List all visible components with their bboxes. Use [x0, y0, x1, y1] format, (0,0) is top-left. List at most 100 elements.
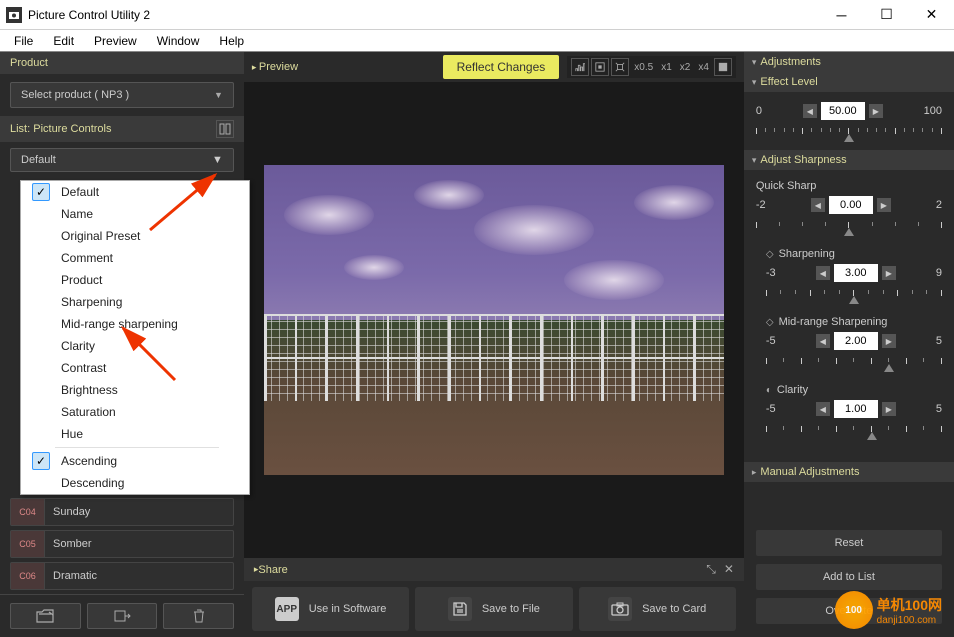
actual-icon[interactable]	[611, 58, 629, 76]
histogram-icon[interactable]	[571, 58, 589, 76]
sort-select[interactable]: Default ▼	[10, 148, 234, 172]
close-button[interactable]: ✕	[909, 0, 954, 29]
use-in-software-button[interactable]: APP Use in Software	[252, 587, 409, 631]
zoom-05[interactable]: x0.5	[631, 60, 656, 75]
list-item[interactable]: C05 Somber	[10, 530, 234, 558]
slider-max: 5	[936, 335, 942, 347]
menu-window[interactable]: Window	[147, 32, 210, 50]
effect-value-input[interactable]	[821, 102, 865, 120]
minimize-button[interactable]: ─	[819, 0, 864, 29]
midrange-label: ◇Mid-range Sharpening	[766, 316, 942, 328]
sharpening-label: ◇Sharpening	[766, 248, 942, 260]
zoom-1[interactable]: x1	[658, 60, 675, 75]
manual-adjustments-header[interactable]: Manual Adjustments	[744, 462, 954, 482]
chevron-down-icon: ▼	[214, 90, 223, 100]
dropdown-item[interactable]: Contrast	[21, 357, 249, 379]
effect-level-header[interactable]: Effect Level	[744, 72, 954, 92]
titlebar: Picture Control Utility 2 ─ ☐ ✕	[0, 0, 954, 30]
save-to-card-button[interactable]: Save to Card	[579, 587, 736, 631]
dropdown-item[interactable]: ✓ Default	[21, 181, 249, 203]
quick-sharp-slider[interactable]	[756, 218, 942, 234]
dropdown-item[interactable]: Hue	[21, 423, 249, 445]
share-buttons: APP Use in Software Save to File Save to…	[244, 581, 744, 637]
dropdown-item[interactable]: Clarity	[21, 335, 249, 357]
list-header-label: List: Picture Controls	[10, 123, 111, 135]
check-icon: ✓	[32, 183, 50, 201]
list-header: List: Picture Controls	[0, 116, 244, 142]
preview-header: Preview Reflect Changes x0.5 x1 x2 x4	[244, 52, 744, 82]
dropdown-item[interactable]: Mid-range sharpening	[21, 313, 249, 335]
menu-preview[interactable]: Preview	[84, 32, 147, 50]
slider-max: 2	[936, 199, 942, 211]
open-folder-button[interactable]	[10, 603, 81, 629]
dropdown-item[interactable]: Comment	[21, 247, 249, 269]
effect-slider[interactable]	[756, 124, 942, 140]
zoom-4[interactable]: x4	[695, 60, 712, 75]
sharpening-input[interactable]	[834, 264, 878, 282]
zoom-2[interactable]: x2	[677, 60, 694, 75]
dropdown-item[interactable]: Descending	[21, 472, 249, 494]
reflect-changes-button[interactable]: Reflect Changes	[443, 55, 560, 79]
slider-max: 9	[936, 267, 942, 279]
decrease-button[interactable]: ◀	[811, 198, 825, 212]
product-header: Product	[0, 52, 244, 74]
collapse-icon[interactable]: ⤡	[706, 562, 716, 577]
slider-min: -5	[766, 403, 776, 415]
watermark-url: danji100.com	[877, 615, 942, 626]
adjust-sharpness-header[interactable]: Adjust Sharpness	[744, 150, 954, 170]
increase-button[interactable]: ▶	[869, 104, 883, 118]
increase-button[interactable]: ▶	[882, 402, 896, 416]
clarity-input[interactable]	[834, 400, 878, 418]
app-icon: APP	[275, 597, 299, 621]
share-label: Share	[258, 564, 287, 576]
camera-icon	[608, 597, 632, 621]
fit-icon[interactable]	[591, 58, 609, 76]
decrease-button[interactable]: ◀	[816, 266, 830, 280]
dropdown-item[interactable]: Name	[21, 203, 249, 225]
add-to-list-button[interactable]: Add to List	[756, 564, 942, 590]
midrange-input[interactable]	[834, 332, 878, 350]
quick-sharp-input[interactable]	[829, 196, 873, 214]
decrease-button[interactable]: ◀	[816, 334, 830, 348]
save-icon	[448, 597, 472, 621]
increase-button[interactable]: ▶	[882, 334, 896, 348]
sharpening-slider[interactable]	[766, 286, 942, 302]
increase-button[interactable]: ▶	[882, 266, 896, 280]
decrease-button[interactable]: ◀	[803, 104, 817, 118]
dropdown-item[interactable]: Product	[21, 269, 249, 291]
product-select[interactable]: Select product ( NP3 ) ▼	[10, 82, 234, 108]
dropdown-item[interactable]: ✓ Ascending	[21, 450, 249, 472]
midrange-slider[interactable]	[766, 354, 942, 370]
menubar: File Edit Preview Window Help	[0, 30, 954, 52]
export-button[interactable]	[87, 603, 158, 629]
dropdown-item[interactable]: Original Preset	[21, 225, 249, 247]
check-icon: ✓	[32, 452, 50, 470]
adjustments-header[interactable]: Adjustments	[744, 52, 954, 72]
menu-help[interactable]: Help	[209, 32, 254, 50]
dropdown-item[interactable]: Brightness	[21, 379, 249, 401]
slider-min: -3	[766, 267, 776, 279]
delete-button[interactable]	[163, 603, 234, 629]
sort-select-value: Default	[21, 154, 56, 166]
menu-file[interactable]: File	[4, 32, 43, 50]
list-item-label: Dramatic	[53, 570, 97, 582]
clarity-slider[interactable]	[766, 422, 942, 438]
menu-edit[interactable]: Edit	[43, 32, 84, 50]
list-columns-icon[interactable]	[216, 120, 234, 138]
close-share-icon[interactable]: ✕	[724, 562, 734, 577]
fullscreen-icon[interactable]	[714, 58, 732, 76]
zoom-toolbar: x0.5 x1 x2 x4	[567, 56, 736, 78]
decrease-button[interactable]: ◀	[816, 402, 830, 416]
dropdown-item[interactable]: Saturation	[21, 401, 249, 423]
maximize-button[interactable]: ☐	[864, 0, 909, 29]
list-item-thumb: C05	[11, 531, 45, 557]
watermark-site: 单机100网	[877, 595, 942, 615]
list-item[interactable]: C04 Sunday	[10, 498, 234, 526]
preview-label: Preview	[252, 61, 298, 73]
increase-button[interactable]: ▶	[877, 198, 891, 212]
dropdown-item[interactable]: Sharpening	[21, 291, 249, 313]
share-header[interactable]: Share ⤡ ✕	[244, 558, 744, 581]
list-item[interactable]: C06 Dramatic	[10, 562, 234, 590]
save-to-file-button[interactable]: Save to File	[415, 587, 572, 631]
reset-button[interactable]: Reset	[756, 530, 942, 556]
